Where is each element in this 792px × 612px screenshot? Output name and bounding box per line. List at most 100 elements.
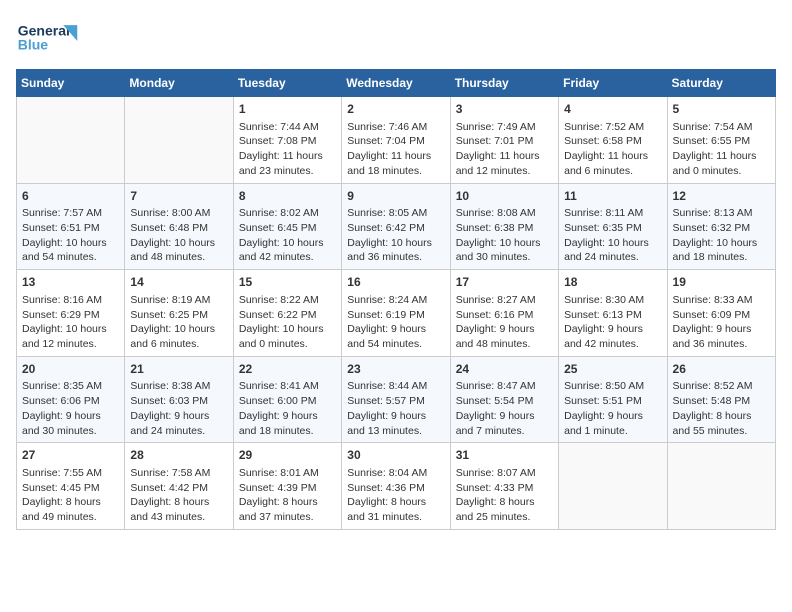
day-info: Sunrise: 8:11 AM Sunset: 6:35 PM Dayligh… [564,206,661,265]
svg-text:Blue: Blue [18,37,49,53]
week-row-5: 27 Sunrise: 7:55 AM Sunset: 4:45 PM Dayli… [17,443,776,530]
day-number: 21 [130,361,227,378]
day-info: Sunrise: 8:19 AM Sunset: 6:25 PM Dayligh… [130,293,227,352]
calendar-cell: 14 Sunrise: 8:19 AM Sunset: 6:25 PM Dayli… [125,270,233,357]
day-number: 15 [239,274,336,291]
day-number: 28 [130,447,227,464]
day-info: Sunrise: 7:57 AM Sunset: 6:51 PM Dayligh… [22,206,119,265]
column-header-saturday: Saturday [667,70,775,97]
day-number: 2 [347,101,444,118]
day-number: 9 [347,188,444,205]
day-info: Sunrise: 7:44 AM Sunset: 7:08 PM Dayligh… [239,120,336,179]
calendar-cell: 20Sunrise: 8:35 AM Sunset: 6:06 PM Dayli… [17,356,125,443]
day-info: Sunrise: 8:01 AM Sunset: 4:39 PM Dayligh… [239,466,336,525]
day-number: 26 [673,361,770,378]
calendar-cell [17,97,125,184]
calendar-header-row: SundayMondayTuesdayWednesdayThursdayFrid… [17,70,776,97]
calendar-cell: 11Sunrise: 8:11 AM Sunset: 6:35 PM Dayli… [559,183,667,270]
day-info: Sunrise: 8:08 AM Sunset: 6:38 PM Dayligh… [456,206,553,265]
day-info: Sunrise: 8:35 AM Sunset: 6:06 PM Dayligh… [22,379,119,438]
calendar-cell: 21Sunrise: 8:38 AM Sunset: 6:03 PM Dayli… [125,356,233,443]
day-info: Sunrise: 7:52 AM Sunset: 6:58 PM Dayligh… [564,120,661,179]
calendar-cell: 17 Sunrise: 8:27 AM Sunset: 6:16 PM Dayli… [450,270,558,357]
day-info: Sunrise: 8:41 AM Sunset: 6:00 PM Dayligh… [239,379,336,438]
calendar-cell: 8Sunrise: 8:02 AM Sunset: 6:45 PM Daylig… [233,183,341,270]
calendar-cell: 6Sunrise: 7:57 AM Sunset: 6:51 PM Daylig… [17,183,125,270]
column-header-friday: Friday [559,70,667,97]
calendar-cell: 29 Sunrise: 8:01 AM Sunset: 4:39 PM Dayli… [233,443,341,530]
calendar-cell: 27 Sunrise: 7:55 AM Sunset: 4:45 PM Dayli… [17,443,125,530]
day-number: 6 [22,188,119,205]
day-info: Sunrise: 7:49 AM Sunset: 7:01 PM Dayligh… [456,120,553,179]
column-header-wednesday: Wednesday [342,70,450,97]
calendar-cell [125,97,233,184]
calendar-cell: 12Sunrise: 8:13 AM Sunset: 6:32 PM Dayli… [667,183,775,270]
calendar-cell: 22Sunrise: 8:41 AM Sunset: 6:00 PM Dayli… [233,356,341,443]
calendar-cell: 24Sunrise: 8:47 AM Sunset: 5:54 PM Dayli… [450,356,558,443]
day-info: Sunrise: 8:47 AM Sunset: 5:54 PM Dayligh… [456,379,553,438]
day-number: 11 [564,188,661,205]
calendar-cell: 18Sunrise: 8:30 AM Sunset: 6:13 PM Dayli… [559,270,667,357]
calendar-cell: 4 Sunrise: 7:52 AM Sunset: 6:58 PM Daylig… [559,97,667,184]
day-info: Sunrise: 7:55 AM Sunset: 4:45 PM Dayligh… [22,466,119,525]
calendar-cell: 30Sunrise: 8:04 AM Sunset: 4:36 PM Dayli… [342,443,450,530]
day-info: Sunrise: 8:44 AM Sunset: 5:57 PM Dayligh… [347,379,444,438]
page-header: General Blue [16,16,776,61]
logo: General Blue [16,16,86,61]
day-number: 23 [347,361,444,378]
calendar-cell: 7Sunrise: 8:00 AM Sunset: 6:48 PM Daylig… [125,183,233,270]
day-info: Sunrise: 8:50 AM Sunset: 5:51 PM Dayligh… [564,379,661,438]
day-number: 7 [130,188,227,205]
day-info: Sunrise: 8:27 AM Sunset: 6:16 PM Dayligh… [456,293,553,352]
day-info: Sunrise: 8:16 AM Sunset: 6:29 PM Dayligh… [22,293,119,352]
day-info: Sunrise: 8:05 AM Sunset: 6:42 PM Dayligh… [347,206,444,265]
day-number: 5 [673,101,770,118]
day-number: 16 [347,274,444,291]
day-number: 24 [456,361,553,378]
calendar-cell: 1 Sunrise: 7:44 AM Sunset: 7:08 PM Daylig… [233,97,341,184]
calendar-cell: 2Sunrise: 7:46 AM Sunset: 7:04 PM Daylig… [342,97,450,184]
day-number: 1 [239,101,336,118]
day-info: Sunrise: 8:33 AM Sunset: 6:09 PM Dayligh… [673,293,770,352]
week-row-2: 6Sunrise: 7:57 AM Sunset: 6:51 PM Daylig… [17,183,776,270]
week-row-1: 1 Sunrise: 7:44 AM Sunset: 7:08 PM Daylig… [17,97,776,184]
calendar-cell: 5 Sunrise: 7:54 AM Sunset: 6:55 PM Daylig… [667,97,775,184]
day-number: 22 [239,361,336,378]
day-info: Sunrise: 8:24 AM Sunset: 6:19 PM Dayligh… [347,293,444,352]
logo-svg: General Blue [16,16,86,56]
day-info: Sunrise: 7:54 AM Sunset: 6:55 PM Dayligh… [673,120,770,179]
day-info: Sunrise: 8:38 AM Sunset: 6:03 PM Dayligh… [130,379,227,438]
calendar-cell [559,443,667,530]
day-number: 17 [456,274,553,291]
day-number: 18 [564,274,661,291]
calendar-cell: 16 Sunrise: 8:24 AM Sunset: 6:19 PM Dayli… [342,270,450,357]
calendar-cell: 15Sunrise: 8:22 AM Sunset: 6:22 PM Dayli… [233,270,341,357]
day-number: 29 [239,447,336,464]
day-number: 14 [130,274,227,291]
calendar-table: SundayMondayTuesdayWednesdayThursdayFrid… [16,69,776,530]
calendar-cell: 10Sunrise: 8:08 AM Sunset: 6:38 PM Dayli… [450,183,558,270]
calendar-cell: 31Sunrise: 8:07 AM Sunset: 4:33 PM Dayli… [450,443,558,530]
day-number: 10 [456,188,553,205]
calendar-cell [667,443,775,530]
calendar-cell: 19Sunrise: 8:33 AM Sunset: 6:09 PM Dayli… [667,270,775,357]
column-header-monday: Monday [125,70,233,97]
day-number: 27 [22,447,119,464]
calendar-cell: 3 Sunrise: 7:49 AM Sunset: 7:01 PM Daylig… [450,97,558,184]
calendar-cell: 13Sunrise: 8:16 AM Sunset: 6:29 PM Dayli… [17,270,125,357]
day-number: 20 [22,361,119,378]
day-number: 4 [564,101,661,118]
day-number: 31 [456,447,553,464]
day-number: 30 [347,447,444,464]
day-number: 3 [456,101,553,118]
day-info: Sunrise: 8:13 AM Sunset: 6:32 PM Dayligh… [673,206,770,265]
calendar-body: 1 Sunrise: 7:44 AM Sunset: 7:08 PM Daylig… [17,97,776,530]
calendar-cell: 26Sunrise: 8:52 AM Sunset: 5:48 PM Dayli… [667,356,775,443]
day-info: Sunrise: 8:52 AM Sunset: 5:48 PM Dayligh… [673,379,770,438]
calendar-cell: 25Sunrise: 8:50 AM Sunset: 5:51 PM Dayli… [559,356,667,443]
calendar-cell: 23Sunrise: 8:44 AM Sunset: 5:57 PM Dayli… [342,356,450,443]
day-number: 8 [239,188,336,205]
calendar-cell: 28Sunrise: 7:58 AM Sunset: 4:42 PM Dayli… [125,443,233,530]
day-number: 12 [673,188,770,205]
column-header-sunday: Sunday [17,70,125,97]
